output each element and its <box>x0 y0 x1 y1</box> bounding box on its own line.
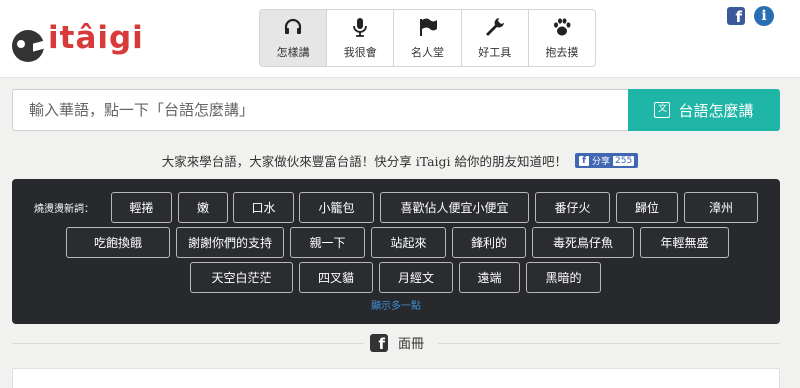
site-header: itâigi 怎樣講 我很會 名人堂 好工具 抱去摸 f i <box>0 0 800 78</box>
hot-word-tag[interactable]: 黑暗的 <box>526 262 601 293</box>
translate-button-label: 台語怎麼講 <box>678 101 754 120</box>
search-input[interactable] <box>13 90 628 130</box>
facebook-icon: f <box>370 333 388 353</box>
headphones-icon <box>284 18 302 34</box>
divider <box>438 343 780 344</box>
logo-ball-icon <box>12 30 44 62</box>
microphone-icon <box>353 18 368 37</box>
nav-label: 我很會 <box>343 46 377 59</box>
facebook-icon[interactable]: f <box>727 7 745 26</box>
hot-word-tag[interactable]: 漳州 <box>684 192 758 223</box>
flag-icon <box>419 18 437 36</box>
nav-item-tools[interactable]: 好工具 <box>462 10 529 66</box>
nav-label: 怎樣講 <box>276 46 310 59</box>
translate-button[interactable]: 文 台語怎麼講 <box>628 89 780 131</box>
facebook-icon: f <box>579 155 590 166</box>
hot-word-tag[interactable]: 小籠包 <box>299 192 374 223</box>
nav-label: 好工具 <box>478 46 512 59</box>
facebook-section-title: f 面冊 <box>364 333 431 353</box>
itaigi-logo[interactable]: itâigi <box>10 14 143 62</box>
hot-word-tag[interactable]: 口水 <box>233 192 294 223</box>
divider <box>12 343 364 344</box>
hot-word-tag[interactable]: 月經文 <box>379 262 453 293</box>
nav-item-hall-of-fame[interactable]: 名人堂 <box>394 10 462 66</box>
nav-item-hug[interactable]: 抱去摸 <box>529 10 595 66</box>
share-count: 255 <box>613 155 635 166</box>
hot-word-tag[interactable]: 親一下 <box>290 227 365 258</box>
hot-word-tag[interactable]: 輕捲 <box>111 192 172 223</box>
nav-item-how-to-say[interactable]: 怎樣講 <box>260 10 328 66</box>
hot-word-tag[interactable]: 站起來 <box>371 227 446 258</box>
show-more-link[interactable]: 顯示多一點 <box>12 297 780 312</box>
hot-word-tag[interactable]: 番仔火 <box>535 192 610 223</box>
hot-word-tag[interactable]: 鋒利的 <box>452 227 526 258</box>
hot-word-tag[interactable]: 毒死鳥仔魚 <box>532 227 634 258</box>
hot-words-label: 燒燙燙新詞： <box>34 204 94 215</box>
hot-word-tag[interactable]: 謝謝你們的支持 <box>176 227 284 258</box>
search-box <box>12 89 628 131</box>
facebook-feed-card <box>12 368 780 388</box>
facebook-section-label: 面冊 <box>398 337 425 352</box>
paw-icon <box>553 18 571 36</box>
nav-item-i-can[interactable]: 我很會 <box>327 10 395 66</box>
hot-word-tag[interactable]: 遠端 <box>459 262 520 293</box>
logo-text: itâigi <box>48 20 144 56</box>
hot-word-tag[interactable]: 四叉貓 <box>299 262 373 293</box>
hot-word-tag[interactable]: 年輕無盛 <box>640 227 729 258</box>
share-text: 大家來學台語，大家做伙來豐富台語！快分享 iTaigi 給你的朋友知道吧！ <box>161 154 568 169</box>
wrench-icon <box>485 18 504 36</box>
info-icon[interactable]: i <box>754 6 774 26</box>
hot-words-panel: 燒燙燙新詞： 輕捲 嫩 口水 小籠包 喜歡佔人便宜小便宜 番仔火 歸位 漳州 吃… <box>12 179 780 324</box>
share-line: 大家來學台語，大家做伙來豐富台語！快分享 iTaigi 給你的朋友知道吧！ f … <box>0 151 800 170</box>
facebook-section: f 面冊 <box>12 333 780 353</box>
hot-word-tag[interactable]: 天空白茫茫 <box>190 262 293 293</box>
nav-label: 名人堂 <box>411 46 444 59</box>
translate-icon: 文 <box>654 102 671 118</box>
hot-word-tag[interactable]: 吃飽換餓 <box>66 227 170 258</box>
hot-word-tag[interactable]: 歸位 <box>616 192 678 223</box>
hot-word-tag[interactable]: 嫩 <box>178 192 228 223</box>
share-button-label: 分享 <box>592 157 611 167</box>
nav-label: 抱去摸 <box>545 46 579 59</box>
facebook-share-button[interactable]: f 分享 255 <box>575 153 639 168</box>
main-nav: 怎樣講 我很會 名人堂 好工具 抱去摸 <box>259 9 596 67</box>
hot-word-tag[interactable]: 喜歡佔人便宜小便宜 <box>380 192 529 223</box>
